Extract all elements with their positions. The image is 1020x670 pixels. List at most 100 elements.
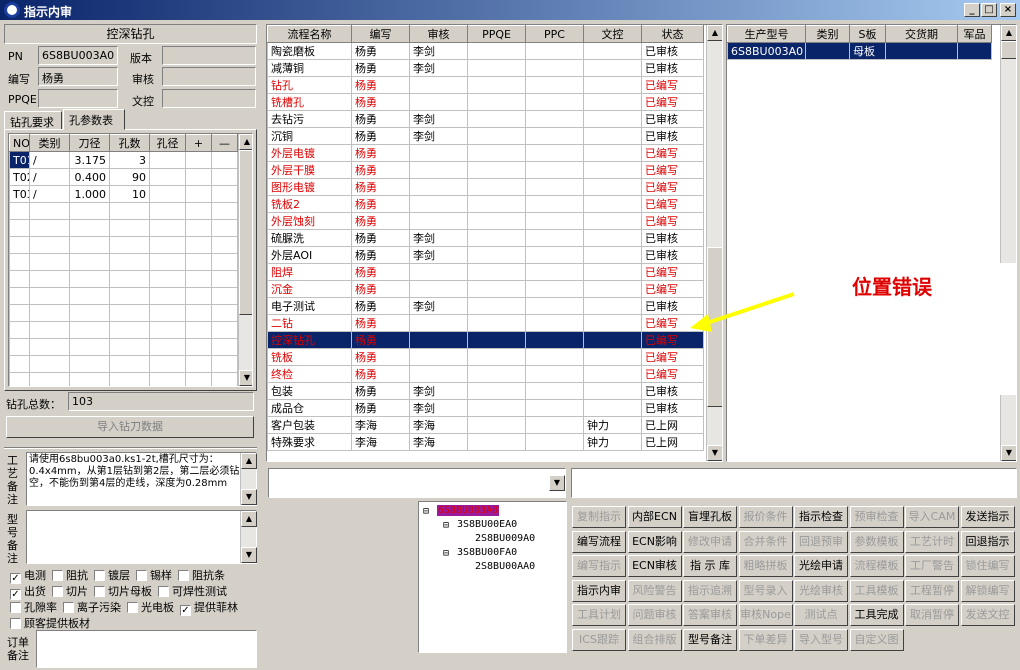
tree-node-root[interactable]: 6S8BU003A0 (437, 505, 500, 516)
action-button[interactable]: 参数模板 (849, 530, 904, 553)
process-row[interactable]: 去钻污 杨勇 李剑 已审核 (267, 110, 704, 128)
checkbox-icon[interactable]: ✓ (10, 573, 21, 584)
column-header[interactable]: PPC (525, 25, 584, 43)
table-row[interactable]: T02/0.40090 (9, 168, 238, 186)
process-row[interactable]: 铣板 杨勇 已编写 (267, 348, 704, 366)
action-button[interactable]: 修改申请 (683, 530, 737, 553)
column-header[interactable]: 流程名称 (267, 25, 352, 43)
action-button[interactable]: 回退预审 (794, 530, 848, 553)
action-button[interactable]: 回退指示 (960, 530, 1015, 553)
column-header[interactable]: 刀径 (69, 134, 110, 152)
checkbox-icon[interactable] (10, 618, 21, 629)
tab-hole-params[interactable]: 孔参数表 (63, 109, 125, 130)
column-header[interactable]: 文控 (583, 25, 642, 43)
action-button[interactable]: 光绘申请 (794, 555, 848, 578)
action-button[interactable]: 编写指示 (572, 555, 626, 578)
action-button[interactable]: 编写流程 (572, 530, 626, 553)
action-button[interactable]: 预审检查 (849, 506, 904, 528)
option-checkbox[interactable]: 切片 (52, 585, 88, 598)
process-row[interactable]: 终检 杨勇 已编写 (267, 365, 704, 383)
process-row[interactable]: 二钻 杨勇 已编写 (267, 314, 704, 332)
checkbox-icon[interactable]: ✓ (10, 589, 21, 600)
process-row[interactable]: 特殊要求 李海 李海 钟力 已上网 (267, 433, 704, 451)
action-button[interactable]: 答案审核 (683, 604, 737, 627)
action-button[interactable]: 工程暂停 (905, 579, 959, 602)
checkbox-icon[interactable] (52, 570, 63, 581)
version-field[interactable] (162, 46, 256, 65)
option-checkbox[interactable]: 锡样 (136, 569, 172, 582)
scroll-thumb[interactable] (239, 150, 252, 315)
option-checkbox[interactable]: 阻抗 (52, 569, 88, 582)
checkbox-icon[interactable] (178, 570, 189, 581)
process-row[interactable]: 钻孔 杨勇 已编写 (267, 76, 704, 94)
tree-node[interactable]: 2S8BU00AA0 (475, 561, 535, 572)
column-header[interactable]: 军品 (957, 25, 992, 43)
action-button[interactable]: 型号录入 (738, 579, 793, 602)
action-button[interactable]: ICS跟踪 (572, 629, 626, 651)
table-row[interactable]: T01/3.1753 (9, 151, 238, 169)
option-checkbox[interactable]: 镀层 (94, 569, 130, 582)
tree-expander[interactable]: ⊟ (423, 506, 429, 517)
action-button[interactable]: 导入CAM (905, 506, 959, 528)
process-row[interactable]: 铣板2 杨勇 已编写 (267, 195, 704, 213)
process-row[interactable]: 包装 杨勇 李剑 已审核 (267, 382, 704, 400)
model-table-scrollbar[interactable]: ▲ ▼ (1000, 25, 1016, 461)
action-button[interactable]: 工具计划 (572, 604, 626, 627)
process-row[interactable]: 陶瓷磨板 杨勇 李剑 已审核 (267, 42, 704, 60)
action-button[interactable]: 光绘审核 (794, 579, 848, 602)
craft-note-scrollbar[interactable]: ▲ ▼ (240, 453, 257, 505)
process-row[interactable]: 硫脲洗 杨勇 李剑 已审核 (267, 229, 704, 247)
column-header[interactable]: 孔数 (109, 134, 150, 152)
action-button[interactable]: 合并条件 (738, 530, 793, 553)
action-button[interactable]: 流程模板 (849, 555, 904, 578)
action-button[interactable]: 取消暂停 (905, 604, 959, 627)
column-header[interactable]: 生产型号 (727, 25, 806, 43)
process-row[interactable]: 阻焊 杨勇 已编写 (267, 263, 704, 281)
scroll-up-icon[interactable]: ▲ (707, 25, 722, 41)
action-button[interactable]: 盲埋孔板 (683, 506, 737, 528)
action-button[interactable]: 解锁编写 (960, 579, 1015, 602)
process-row[interactable]: 外层蚀刻 杨勇 已编写 (267, 212, 704, 230)
combo-left[interactable]: ▼ (268, 468, 566, 498)
process-row[interactable]: 控深钻孔 杨勇 已编写 (267, 331, 704, 349)
option-checkbox[interactable]: ✓ 电测 (10, 569, 46, 584)
column-header[interactable]: 类别 (805, 25, 850, 43)
checkbox-icon[interactable] (10, 602, 21, 613)
column-header[interactable]: + (185, 134, 212, 152)
process-row[interactable]: 成品仓 杨勇 李剑 已审核 (267, 399, 704, 417)
model-note-text[interactable] (26, 510, 257, 564)
tree-node[interactable]: 3S8BU00EA0 (457, 519, 517, 530)
action-button[interactable]: 粗略拼板 (738, 555, 793, 578)
process-row[interactable]: 沉金 杨勇 已编写 (267, 280, 704, 298)
process-row[interactable]: 铣槽孔 杨勇 已编写 (267, 93, 704, 111)
process-table-scrollbar[interactable]: ▲ ▼ (706, 25, 722, 461)
scroll-down-icon[interactable]: ▼ (1001, 445, 1016, 461)
process-row[interactable]: 电子测试 杨勇 李剑 已审核 (267, 297, 704, 315)
ppqe-field[interactable] (38, 89, 118, 108)
action-button[interactable]: 发送文控 (960, 604, 1015, 627)
column-header[interactable]: 孔径 (149, 134, 186, 152)
chevron-down-icon[interactable]: ▼ (549, 475, 565, 491)
scroll-up-icon[interactable]: ▲ (241, 453, 257, 469)
review-field[interactable] (162, 67, 256, 86)
checkbox-icon[interactable] (158, 586, 169, 597)
option-checkbox[interactable]: 离子污染 (63, 601, 121, 614)
action-button[interactable]: 自定义图 (849, 629, 904, 651)
table-row[interactable]: T03/1.00010 (9, 185, 238, 203)
action-button[interactable]: 测试点 (794, 604, 848, 627)
column-header[interactable]: — (211, 134, 238, 152)
option-checkbox[interactable]: ✓ 出货 (10, 585, 46, 600)
scroll-up-icon[interactable]: ▲ (1001, 25, 1016, 41)
action-button[interactable]: 风险警告 (627, 579, 682, 602)
maximize-button[interactable]: □ (981, 3, 997, 17)
process-row[interactable]: 图形电镀 杨勇 已编写 (267, 178, 704, 196)
scroll-down-icon[interactable]: ▼ (707, 445, 722, 461)
model-note-scrollbar[interactable]: ▲ ▼ (240, 511, 257, 563)
tree-expander[interactable]: ⊟ (443, 548, 449, 559)
action-button[interactable]: 导入型号 (794, 629, 848, 651)
action-button[interactable]: 指示检查 (794, 506, 848, 528)
option-checkbox[interactable]: 可焊性测试 (158, 585, 227, 598)
process-row[interactable]: 减薄铜 杨勇 李剑 已审核 (267, 59, 704, 77)
scroll-thumb[interactable] (1001, 41, 1016, 59)
action-button[interactable]: 锁住编写 (960, 555, 1015, 578)
